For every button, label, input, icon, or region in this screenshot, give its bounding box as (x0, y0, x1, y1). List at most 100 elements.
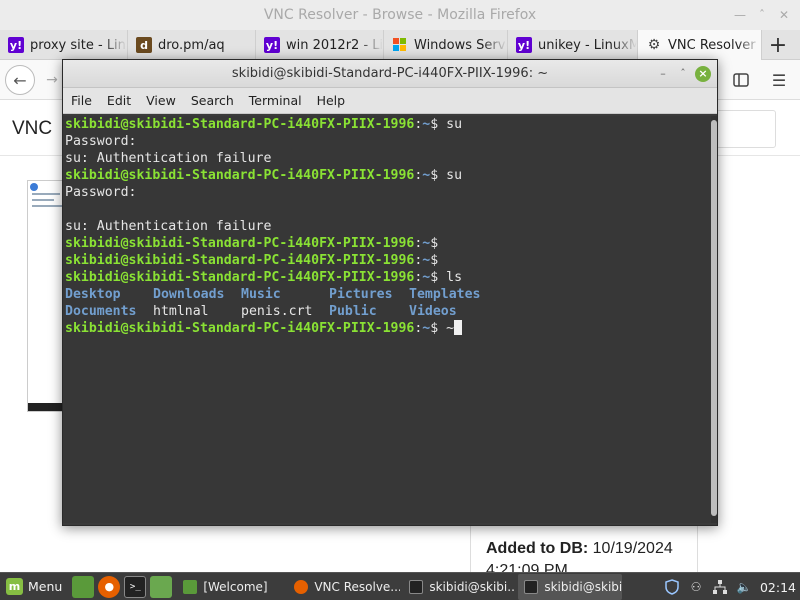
terminal-window[interactable]: skibidi@skibidi-Standard-PC-i440FX-PIIX-… (62, 59, 718, 526)
task-terminal-2[interactable]: skibidi@skibi... (518, 573, 623, 600)
terminal-line: Password: (65, 185, 137, 200)
ls-entry: Public (329, 304, 377, 319)
tab-unikey[interactable]: y! unikey - LinuxM (508, 30, 638, 60)
terminal-icon (524, 579, 539, 594)
menu-file[interactable]: File (71, 93, 92, 108)
arrow-left-icon: ← (13, 70, 27, 90)
prompt-user: skibidi@skibidi-Standard-PC-i440FX-PIIX-… (65, 321, 415, 336)
start-menu-button[interactable]: m Menu (0, 573, 70, 600)
menu-help[interactable]: Help (317, 93, 346, 108)
task-welcome[interactable]: [Welcome] (177, 574, 285, 600)
terminal-line: skibidi@skibidi-Standard-PC-i440FX-PIIX-… (65, 236, 439, 251)
added-label: Added to DB: (486, 540, 589, 557)
page-title: VNC (12, 118, 53, 139)
prompt-user: skibidi@skibidi-Standard-PC-i440FX-PIIX-… (65, 168, 415, 183)
terminal-icon[interactable]: >_ (124, 575, 147, 598)
prompt-user: skibidi@skibidi-Standard-PC-i440FX-PIIX-… (65, 270, 415, 285)
terminal-title: skibidi@skibidi-Standard-PC-i440FX-PIIX-… (63, 60, 717, 88)
ls-entry: Pictures (329, 287, 393, 302)
maximize-icon[interactable]: ˆ (754, 7, 770, 23)
task-label: VNC Resolve... (314, 579, 401, 594)
command-text: ls (446, 270, 463, 285)
forward-button[interactable]: → (42, 70, 62, 90)
volume-icon[interactable]: 🔈 (735, 578, 753, 596)
ls-entry: penis.crt (241, 304, 313, 319)
terminal-menubar: File Edit View Search Terminal Help (63, 88, 717, 114)
prompt-user: skibidi@skibidi-Standard-PC-i440FX-PIIX-… (65, 117, 415, 132)
dro-icon: d (136, 37, 152, 53)
terminal-line: skibidi@skibidi-Standard-PC-i440FX-PIIX-… (65, 253, 439, 268)
task-label: skibidi@skibi... (429, 579, 516, 594)
network-icon[interactable] (711, 578, 729, 596)
back-button[interactable]: ← (5, 65, 35, 95)
terminal-line: skibidi@skibidi-Standard-PC-i440FX-PIIX-… (65, 270, 463, 285)
yahoo-icon: y! (264, 37, 280, 53)
menu-search[interactable]: Search (191, 93, 234, 108)
files-icon[interactable] (150, 575, 173, 598)
new-tab-button[interactable]: + (762, 30, 794, 60)
terminal-line: skibidi@skibidi-Standard-PC-i440FX-PIIX-… (65, 168, 463, 183)
text-cursor (454, 320, 463, 335)
maximize-icon[interactable]: ˆ (675, 66, 691, 82)
terminal-output[interactable]: skibidi@skibidi-Standard-PC-i440FX-PIIX-… (63, 116, 711, 523)
terminal-scrollbar[interactable] (711, 116, 717, 523)
taskbar: m Menu ● >_ [Welcome] VNC Resolve... ski… (0, 572, 800, 600)
ls-entry: Templates (409, 287, 481, 302)
user-icon[interactable]: ⚇ (687, 578, 705, 596)
text-editor-icon (183, 579, 198, 594)
ls-output-row: Desktop Downloads Music Pictures Templat… (65, 286, 711, 303)
hamburger-menu-icon[interactable]: ☰ (769, 70, 789, 90)
close-icon[interactable]: ✕ (776, 7, 792, 23)
search-box[interactable] (716, 110, 776, 148)
terminal-line: su: Authentication failure (65, 219, 272, 234)
terminal-line: Password: (65, 134, 137, 149)
ls-entry: Music (241, 287, 281, 302)
tab-strip: y! proxy site - Linux d dro.pm/aq y! win… (0, 30, 800, 60)
terminal-icon (409, 579, 424, 594)
firefox-window-title: VNC Resolver - Browse - Mozilla Firefox (0, 0, 800, 30)
sidebar-icon[interactable] (731, 70, 751, 90)
ls-output-row: Documents htmlnal penis.crt Public Video… (65, 303, 711, 320)
tab-windows-server[interactable]: Windows Server (384, 30, 508, 60)
close-icon[interactable]: × (695, 66, 711, 82)
vnc-resolver-icon: ⚙ (647, 37, 661, 53)
clock[interactable]: 02:14 (760, 580, 796, 595)
menu-edit[interactable]: Edit (107, 93, 131, 108)
windows-icon (392, 37, 408, 53)
ls-entry: Desktop (65, 287, 121, 302)
ls-entry: Videos (409, 304, 457, 319)
tab-proxy-site[interactable]: y! proxy site - Linux (0, 30, 128, 60)
menu-label: Menu (28, 579, 63, 594)
ls-entry: htmlnal (153, 304, 209, 319)
prompt-user: skibidi@skibidi-Standard-PC-i440FX-PIIX-… (65, 253, 415, 268)
shield-icon[interactable] (663, 578, 681, 596)
firefox-icon[interactable]: ● (98, 575, 121, 598)
ls-entry: Downloads (153, 287, 225, 302)
command-text: su (446, 117, 463, 132)
linux-mint-icon: m (6, 578, 23, 595)
task-vnc-resolver[interactable]: VNC Resolve... (288, 574, 400, 600)
yahoo-icon: y! (8, 37, 24, 53)
terminal-line: skibidi@skibidi-Standard-PC-i440FX-PIIX-… (65, 320, 711, 337)
prompt-user: skibidi@skibidi-Standard-PC-i440FX-PIIX-… (65, 236, 415, 251)
command-text: su (446, 168, 463, 183)
tab-vnc-resolver[interactable]: ⚙ VNC Resolver (638, 30, 762, 60)
terminal-line: su: Authentication failure (65, 151, 272, 166)
tab-label: dro.pm/aq (158, 37, 225, 53)
minimize-icon[interactable]: — (732, 7, 748, 23)
show-desktop-icon[interactable] (72, 575, 95, 598)
yahoo-icon: y! (516, 37, 532, 53)
task-label: skibidi@skibi... (544, 579, 623, 594)
screenshot-thumbnail[interactable] (27, 180, 67, 412)
task-label: [Welcome] (203, 579, 268, 594)
system-tray: ⚇ 🔈 02:14 (660, 573, 800, 600)
menu-view[interactable]: View (146, 93, 176, 108)
tab-dro-pm[interactable]: d dro.pm/aq (128, 30, 256, 60)
ls-entry: Documents (65, 304, 137, 319)
tab-win-2012r2[interactable]: y! win 2012r2 - Lin (256, 30, 384, 60)
menu-terminal[interactable]: Terminal (249, 93, 302, 108)
scrollbar-thumb[interactable] (711, 120, 717, 516)
task-terminal-1[interactable]: skibidi@skibi... (403, 574, 515, 600)
minimize-icon[interactable]: – (655, 66, 671, 82)
